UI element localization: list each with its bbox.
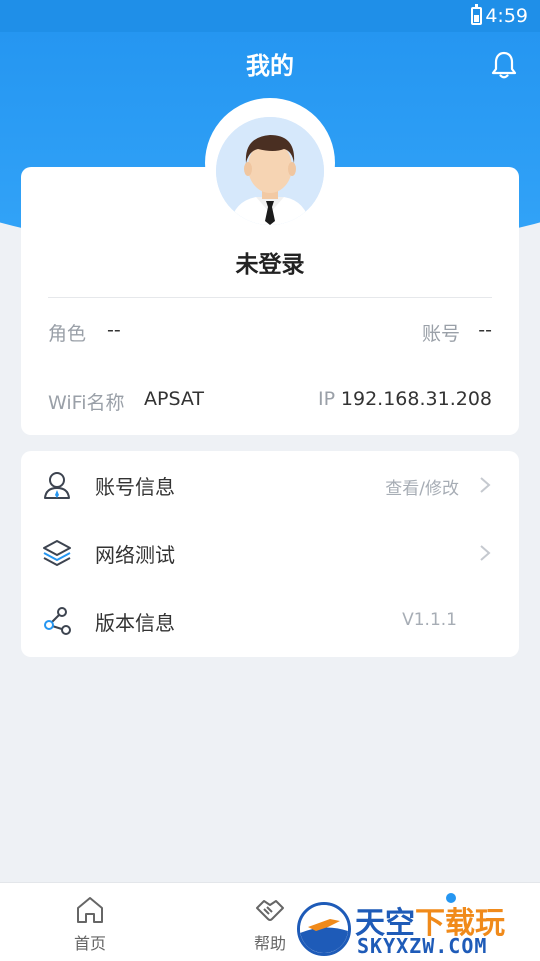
- menu-item-label: 版本信息: [95, 611, 175, 635]
- nav-home[interactable]: 首页: [40, 883, 140, 961]
- avatar[interactable]: [216, 117, 324, 225]
- chevron-right-icon: [480, 477, 491, 493]
- menu-item-network-test[interactable]: 网络测试: [21, 519, 519, 587]
- handshake-icon: [256, 900, 284, 921]
- ip-value: 192.168.31.208: [340, 388, 492, 410]
- user-icon: [44, 472, 70, 499]
- menu-item-version-info[interactable]: 版本信息 V1.1.1: [21, 587, 519, 655]
- page-title: 我的: [246, 52, 294, 80]
- battery-icon: [471, 4, 482, 25]
- watermark-url: SKYXZW.COM: [357, 934, 488, 958]
- share-nodes-icon: [44, 607, 71, 635]
- version-number: V1.1.1: [402, 610, 457, 630]
- account-label: 账号: [421, 323, 460, 345]
- account-value: --: [478, 319, 492, 341]
- menu-item-account-info[interactable]: 账号信息 查看/修改: [21, 451, 519, 519]
- chevron-right-icon: [480, 545, 491, 561]
- wifi-label: WiFi名称: [48, 392, 125, 414]
- layers-icon: [43, 540, 71, 566]
- role-value: --: [107, 319, 121, 341]
- watermark-emblem: [297, 902, 351, 956]
- watermark-logo: 天空下载玩 SKYXZW.COM: [293, 896, 540, 960]
- menu-card: 账号信息 查看/修改 网络测试 版本信息 V1.1.1: [21, 451, 519, 657]
- role-label: 角色: [48, 323, 87, 345]
- wifi-value: APSAT: [144, 388, 204, 410]
- divider: [48, 297, 492, 298]
- status-time: 4:59: [485, 5, 528, 27]
- bell-icon[interactable]: [490, 50, 518, 80]
- avatar-man-icon: [216, 117, 324, 225]
- menu-item-action: 查看/修改: [385, 479, 459, 499]
- menu-item-label: 账号信息: [95, 475, 175, 499]
- home-icon: [77, 897, 103, 923]
- status-bar: 4:59: [0, 0, 540, 32]
- menu-item-label: 网络测试: [95, 543, 175, 567]
- username[interactable]: 未登录: [21, 245, 519, 279]
- ip-label: IP: [318, 388, 336, 410]
- nav-home-label: 首页: [73, 934, 106, 953]
